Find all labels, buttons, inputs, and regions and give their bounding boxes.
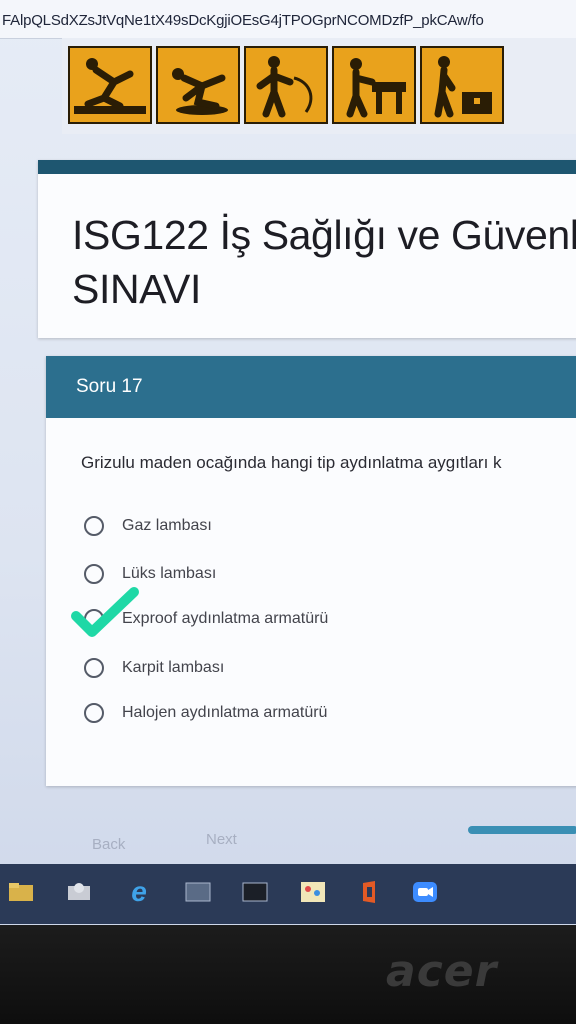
screen: FAlpQLSdXZsJtVqNe1tX49sDcKgjiOEsG4jTPOGp… (0, 0, 576, 925)
office-icon[interactable] (355, 878, 385, 906)
back-button[interactable]: Back (92, 836, 125, 853)
radio-button[interactable] (84, 516, 104, 536)
option-luks-lambasi[interactable]: Lüks lambası (84, 560, 216, 588)
question-text: Grizulu maden ocağında hangi tip aydınla… (81, 453, 502, 472)
question-header: Soru 17 (46, 356, 576, 418)
option-label: Karpit lambası (122, 659, 225, 676)
taskbar: e (0, 864, 576, 924)
checkmark-icon (71, 587, 139, 637)
slip-hazard-icon (68, 46, 152, 124)
address-bar[interactable]: FAlpQLSdXZsJtVqNe1tX49sDcKgjiOEsG4jTPOGp… (0, 0, 576, 39)
bending-hazard-icon (420, 46, 504, 124)
brand-logo: acer (386, 946, 498, 997)
radio-button[interactable] (84, 658, 104, 678)
option-karpit-lambasi[interactable]: Karpit lambası (84, 654, 224, 682)
fall-hazard-icon (156, 46, 240, 124)
form-title: ISG122 İş Sağlığı ve Güvenliğ (72, 212, 576, 258)
option-label: Exproof aydınlatma armatürü (122, 610, 329, 627)
internet-explorer-icon[interactable]: e (124, 876, 154, 907)
question-number: Soru 17 (76, 376, 143, 397)
option-halojen-armatur[interactable]: Halojen aydınlatma armatürü (84, 699, 327, 727)
calculator-icon[interactable] (183, 878, 213, 906)
electric-shock-icon (244, 46, 328, 124)
url-text: FAlpQLSdXZsJtVqNe1tX49sDcKgjiOEsG4jTPOGp… (2, 12, 484, 29)
question-card: Soru 17 Grizulu maden ocağında hangi tip… (46, 356, 576, 786)
file-explorer-icon[interactable] (6, 878, 36, 906)
paint-app-icon[interactable] (298, 878, 328, 906)
form-title-line2: SINAVI (72, 266, 201, 312)
option-label: Gaz lambası (122, 517, 212, 534)
option-label: Halojen aydınlatma armatürü (122, 704, 328, 721)
terminal-icon[interactable] (240, 878, 270, 906)
lifting-hazard-icon (332, 46, 416, 124)
progress-bar (468, 826, 576, 834)
option-label: Lüks lambası (122, 565, 217, 582)
next-button[interactable]: Next (206, 831, 237, 848)
option-gaz-lambasi[interactable]: Gaz lambası (84, 512, 212, 540)
radio-button[interactable] (84, 564, 104, 584)
cloud-folder-icon[interactable] (64, 878, 94, 906)
form-title-card: ISG122 İş Sağlığı ve Güvenliğ SINAVI (38, 160, 576, 338)
zoom-icon[interactable] (410, 878, 440, 906)
form-header-banner (62, 38, 576, 134)
radio-button[interactable] (84, 703, 104, 723)
